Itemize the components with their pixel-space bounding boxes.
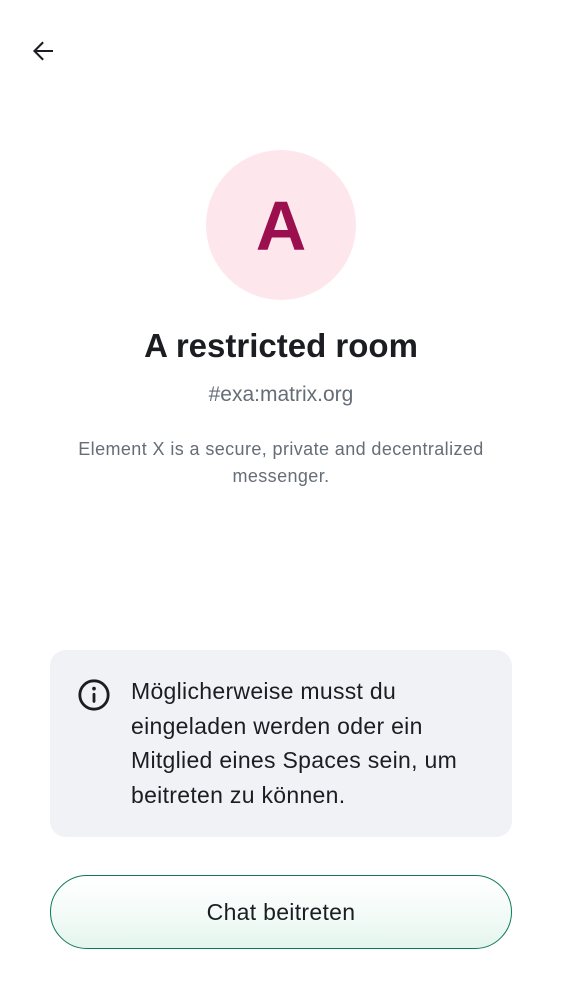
join-chat-button-label: Chat beitreten bbox=[206, 898, 356, 925]
back-button[interactable] bbox=[18, 26, 68, 76]
room-title: A restricted room bbox=[144, 327, 418, 364]
room-avatar: A bbox=[206, 150, 356, 300]
join-chat-button[interactable]: Chat beitreten bbox=[50, 875, 512, 949]
room-alias: #exa:matrix.org bbox=[208, 383, 354, 406]
restriction-notice-text: Möglicherweise musst du eingeladen werde… bbox=[131, 678, 458, 808]
room-avatar-letter: A bbox=[255, 187, 307, 265]
room-description: Element X is a secure, private and decen… bbox=[78, 439, 484, 486]
arrow-left-icon bbox=[33, 41, 53, 61]
restriction-notice: Möglicherweise musst du eingeladen werde… bbox=[50, 650, 512, 837]
info-icon bbox=[78, 679, 110, 711]
